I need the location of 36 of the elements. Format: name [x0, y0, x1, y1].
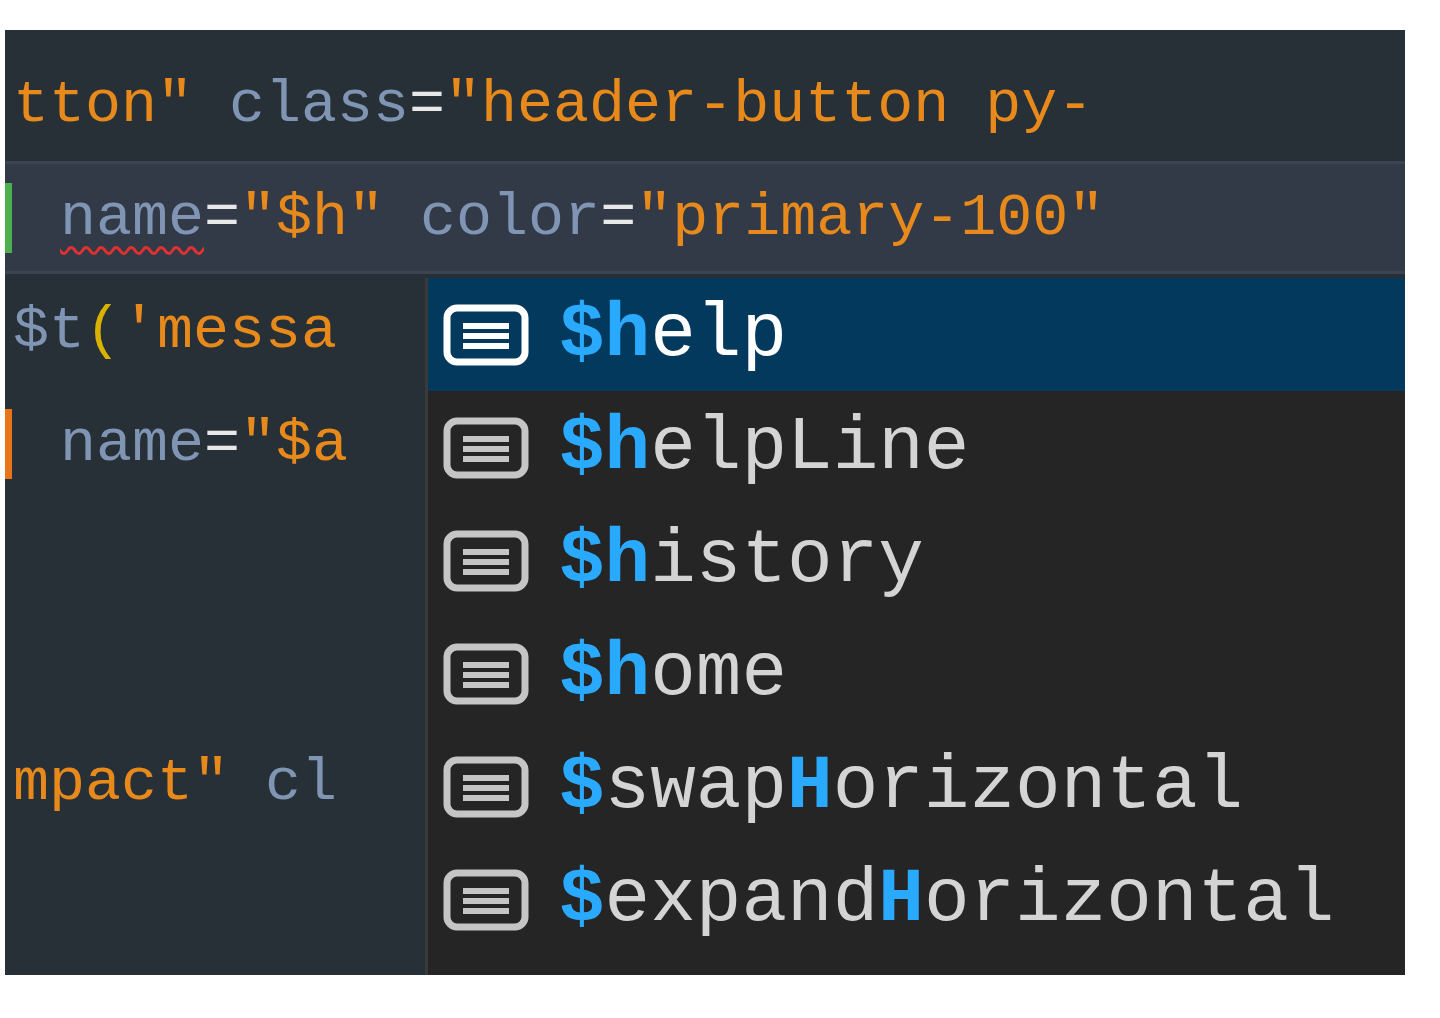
code-token: name: [60, 409, 205, 478]
code-token: "header-button py-: [445, 70, 1094, 139]
code-token: "$h": [240, 183, 385, 252]
suggestion-item[interactable]: $home: [428, 617, 1405, 730]
text-value-icon: [443, 303, 529, 366]
code-token: =: [204, 183, 241, 252]
suggestion-label: $helpLine: [559, 404, 970, 491]
suggestion-label: $expandHorizontal: [559, 856, 1335, 943]
code-token: =: [204, 409, 241, 478]
code-token: class: [228, 70, 410, 139]
code-token: tton": [13, 70, 194, 139]
code-token: =: [600, 183, 637, 252]
text-value-icon: [443, 755, 529, 818]
suggestion-label: $swapHorizontal: [559, 743, 1244, 830]
code-token: mpact": [13, 748, 230, 817]
code-token: "primary-100": [636, 183, 1105, 252]
code-token: (: [85, 296, 122, 365]
suggestion-item[interactable]: $swapHorizontal: [428, 730, 1405, 843]
suggestion-item[interactable]: $helpLine: [428, 391, 1405, 504]
suggestion-item[interactable]: $expandHorizontal: [428, 843, 1405, 956]
text-value-icon: [443, 416, 529, 479]
code-token: color: [419, 183, 601, 252]
text-value-icon: [443, 529, 529, 592]
text-value-icon: [443, 642, 529, 705]
text-value-icon: [443, 868, 529, 931]
suggestion-item[interactable]: $help: [428, 278, 1405, 391]
code-token: "$a: [240, 409, 349, 478]
code-token: 'messa: [121, 296, 338, 365]
code-token: cl: [264, 748, 338, 817]
suggestion-label: $home: [559, 630, 788, 717]
suggestion-label: $history: [559, 517, 924, 604]
code-token: name: [60, 183, 205, 252]
suggestion-label: $help: [559, 291, 788, 378]
code-token: =: [409, 70, 446, 139]
code-token: $t: [13, 296, 85, 365]
suggestion-item[interactable]: $history: [428, 504, 1405, 617]
